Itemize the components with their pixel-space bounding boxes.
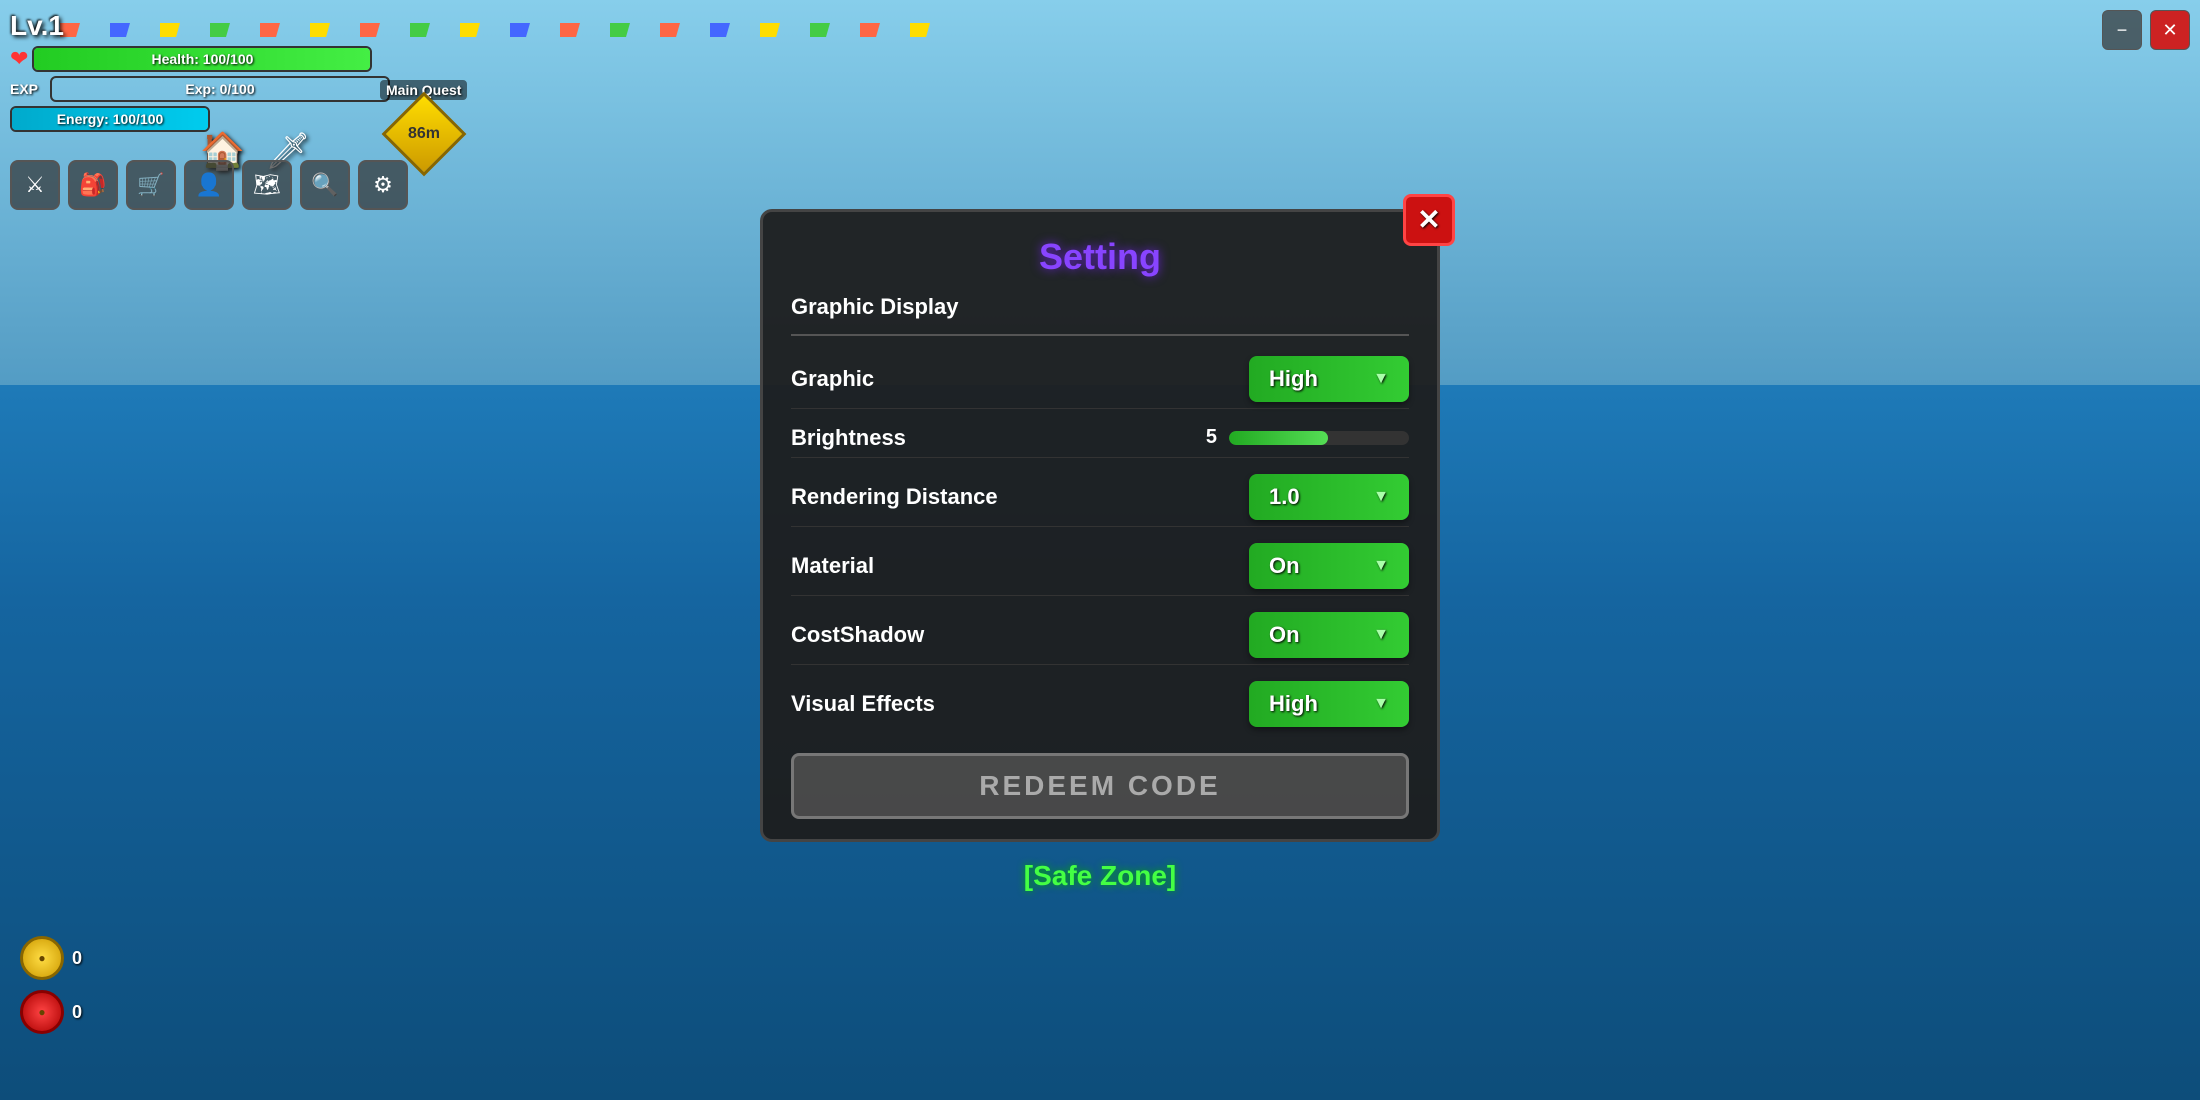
graphic-dropdown[interactable]: High ▼ [1249, 356, 1409, 402]
costshadow-label: CostShadow [791, 622, 924, 648]
settings-modal: ✕ Setting Graphic Display Graphic High ▼… [760, 209, 1440, 842]
rendering-distance-dropdown[interactable]: 1.0 ▼ [1249, 474, 1409, 520]
rendering-distance-label: Rendering Distance [791, 484, 998, 510]
modal-title: Setting [791, 236, 1409, 278]
redeem-code-button[interactable]: REDEEM CODE [791, 753, 1409, 819]
graphic-setting-row: Graphic High ▼ [791, 350, 1409, 409]
brightness-control: 5 [1193, 426, 1409, 449]
brightness-slider-fill [1229, 431, 1328, 445]
chevron-down-icon: ▼ [1373, 695, 1389, 713]
chevron-down-icon: ▼ [1373, 370, 1389, 388]
costshadow-dropdown[interactable]: On ▼ [1249, 612, 1409, 658]
rendering-distance-setting-row: Rendering Distance 1.0 ▼ [791, 468, 1409, 527]
chevron-down-icon: ▼ [1373, 557, 1389, 575]
material-label: Material [791, 553, 874, 579]
visual-effects-setting-row: Visual Effects High ▼ [791, 675, 1409, 733]
graphic-value: High [1269, 366, 1318, 392]
brightness-label: Brightness [791, 425, 906, 451]
section-divider [791, 334, 1409, 336]
brightness-setting-row: Brightness 5 [791, 419, 1409, 458]
graphic-display-section-title: Graphic Display [791, 294, 1409, 320]
material-dropdown[interactable]: On ▼ [1249, 543, 1409, 589]
visual-effects-value: High [1269, 691, 1318, 717]
costshadow-value: On [1269, 622, 1300, 648]
chevron-down-icon: ▼ [1373, 626, 1389, 644]
modal-close-button[interactable]: ✕ [1403, 194, 1455, 246]
close-icon: ✕ [1417, 203, 1440, 236]
material-setting-row: Material On ▼ [791, 537, 1409, 596]
visual-effects-dropdown[interactable]: High ▼ [1249, 681, 1409, 727]
chevron-down-icon: ▼ [1373, 488, 1389, 506]
costshadow-setting-row: CostShadow On ▼ [791, 606, 1409, 665]
visual-effects-label: Visual Effects [791, 691, 935, 717]
material-value: On [1269, 553, 1300, 579]
rendering-distance-value: 1.0 [1269, 484, 1300, 510]
modal-overlay: ✕ Setting Graphic Display Graphic High ▼… [0, 0, 2200, 1100]
brightness-slider-track[interactable] [1229, 431, 1409, 445]
safe-zone-label: [Safe Zone] [1024, 860, 1176, 892]
brightness-value: 5 [1193, 426, 1217, 449]
graphic-label: Graphic [791, 366, 874, 392]
